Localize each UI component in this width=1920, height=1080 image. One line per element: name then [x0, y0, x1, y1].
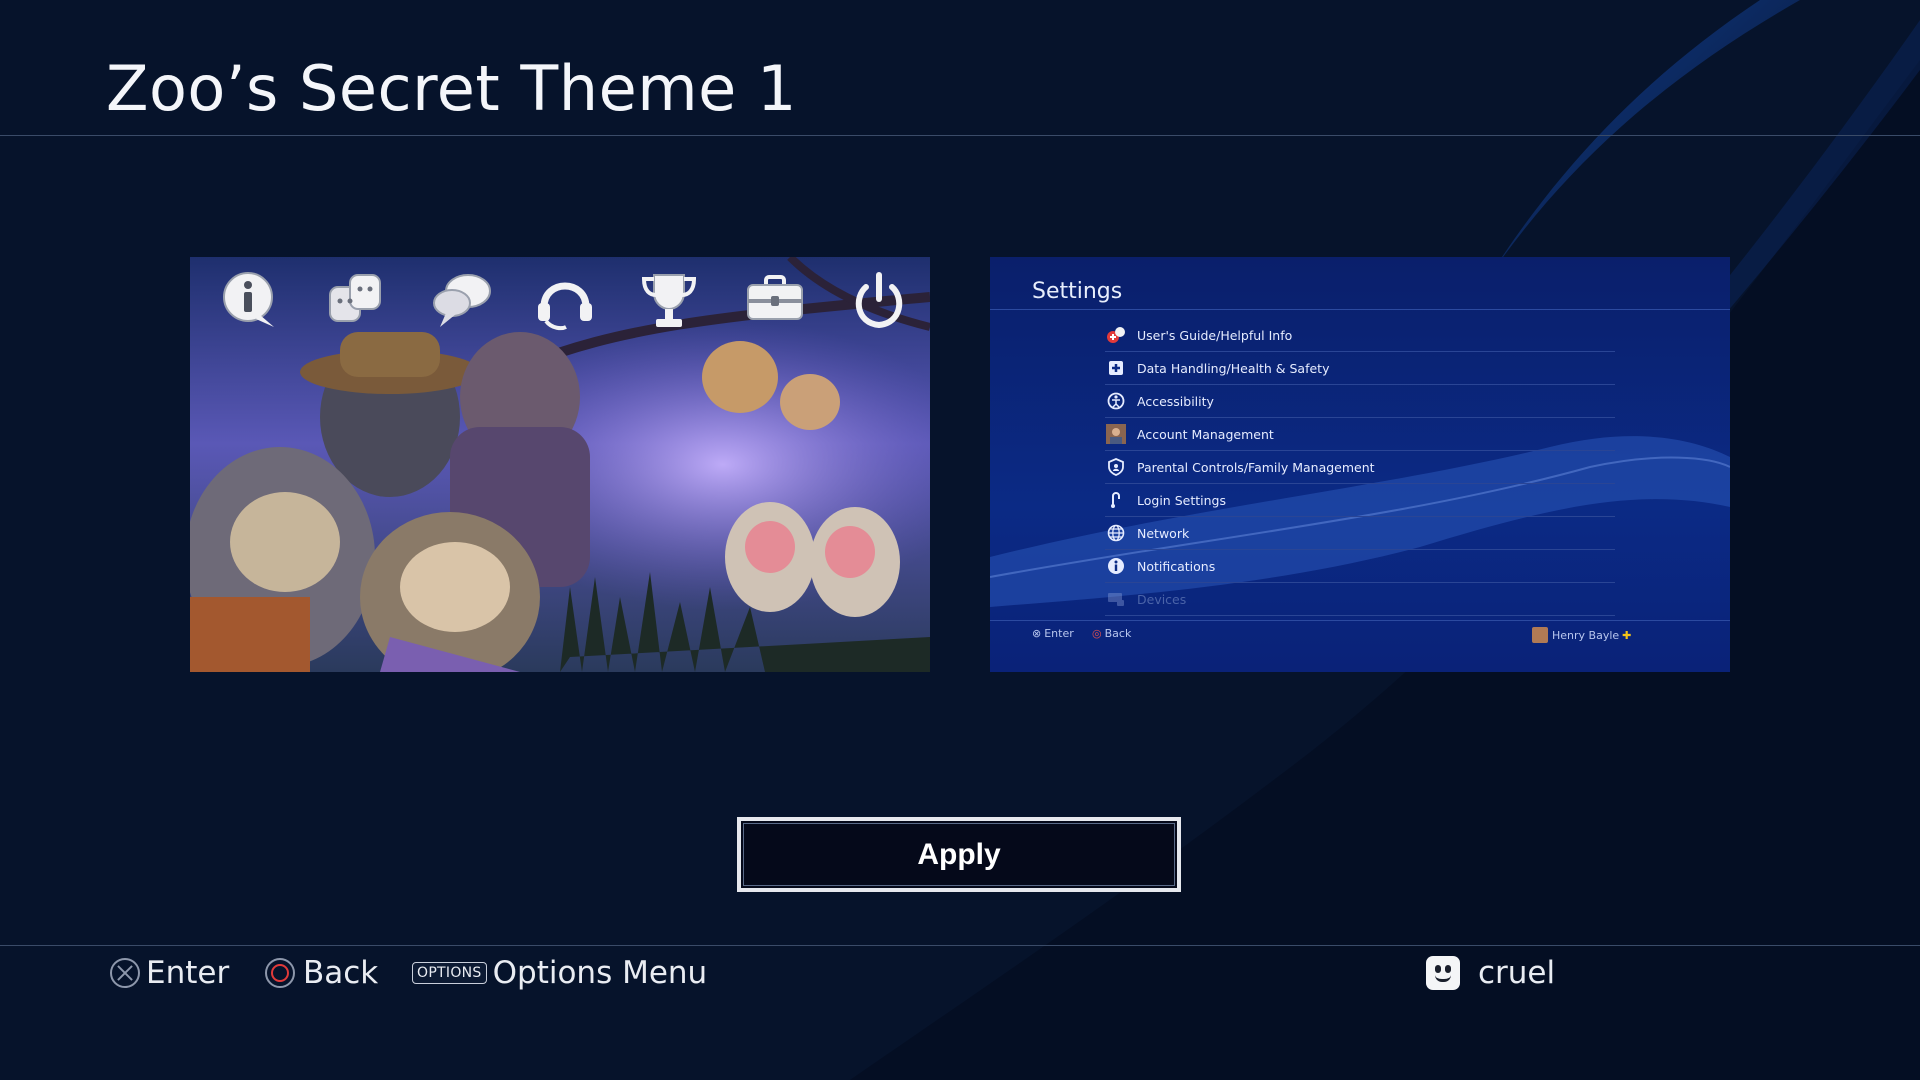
settings-item-account-management: Account Management — [1105, 418, 1615, 451]
accessibility-icon — [1105, 390, 1127, 412]
back-label: Back — [303, 955, 379, 991]
back-hint: Back — [265, 950, 378, 996]
settings-item-health-safety: Data Handling/Health & Safety — [1105, 352, 1615, 385]
user-avatar-icon — [1426, 956, 1460, 990]
header-divider — [0, 135, 1920, 136]
party-icon — [538, 282, 592, 331]
settings-item-accessibility: Accessibility — [1105, 385, 1615, 418]
circle-button-icon — [265, 958, 295, 988]
settings-item-notifications: Notifications — [1105, 550, 1615, 583]
footer-divider — [0, 945, 1920, 946]
settings-item-parental-controls: Parental Controls/Family Management — [1105, 451, 1615, 484]
settings-item-label: Data Handling/Health & Safety — [1137, 360, 1330, 376]
enter-hint: Enter — [110, 950, 229, 996]
settings-item-label: Devices — [1137, 591, 1187, 607]
circle-button-icon: ◎ — [1092, 627, 1102, 640]
health-safety-icon — [1105, 357, 1127, 379]
settings-enter-label: Enter — [1044, 627, 1074, 640]
settings-item-login-settings: Login Settings — [1105, 484, 1615, 517]
settings-item-label: User's Guide/Helpful Info — [1137, 327, 1293, 343]
settings-item-devices: Devices — [1105, 583, 1615, 616]
network-globe-icon — [1105, 522, 1127, 544]
login-icon — [1105, 489, 1127, 511]
settings-icon — [747, 275, 803, 320]
settings-list: User's Guide/Helpful Info Data Handling/… — [1105, 319, 1615, 616]
settings-back-hint: ◎ Back — [1092, 627, 1131, 640]
messages-icon — [433, 274, 491, 327]
settings-item-label: Accessibility — [1137, 393, 1214, 409]
settings-user-name: Henry Bayle — [1552, 628, 1620, 642]
friends-icon — [329, 274, 381, 322]
settings-enter-hint: ⊗ Enter — [1032, 627, 1074, 640]
settings-title-divider — [990, 309, 1730, 310]
username: cruel — [1478, 955, 1556, 991]
trophy-icon — [641, 274, 697, 327]
notifications-icon — [1105, 555, 1127, 577]
info-icon — [223, 272, 274, 327]
cross-button-icon — [110, 958, 140, 988]
apply-button[interactable]: Apply — [737, 817, 1181, 892]
account-avatar-icon — [1105, 423, 1127, 445]
theme-artwork-preview — [190, 257, 930, 672]
function-icon-row — [190, 267, 930, 347]
settings-user-indicator: Henry Bayle ✚ — [1532, 627, 1631, 643]
options-label: Options Menu — [492, 955, 708, 991]
settings-footer-divider — [990, 620, 1730, 621]
parental-controls-icon — [1105, 456, 1127, 478]
user-avatar-icon — [1532, 627, 1548, 643]
devices-icon — [1105, 588, 1127, 610]
cross-button-icon: ⊗ — [1032, 627, 1042, 640]
settings-title: Settings — [1032, 279, 1123, 304]
settings-item-network: Network — [1105, 517, 1615, 550]
settings-item-label: Notifications — [1137, 558, 1216, 574]
options-hint: OPTIONS Options Menu — [412, 950, 707, 996]
settings-item-label: Network — [1137, 525, 1190, 541]
power-icon — [855, 272, 903, 329]
page-title: Zoo’s Secret Theme 1 — [106, 52, 797, 125]
settings-screen-preview: Settings User's Guide/Helpful Info Data … — [990, 257, 1730, 672]
settings-item-helpful-info: User's Guide/Helpful Info — [1105, 319, 1615, 352]
helpful-info-icon — [1105, 324, 1127, 346]
plus-membership-icon: ✚ — [1622, 628, 1632, 642]
settings-item-label: Login Settings — [1137, 492, 1226, 508]
enter-label: Enter — [146, 955, 230, 991]
settings-item-label: Parental Controls/Family Management — [1137, 459, 1375, 475]
user-indicator: cruel — [1426, 950, 1555, 996]
settings-back-label: Back — [1104, 627, 1132, 640]
options-button-icon: OPTIONS — [412, 962, 487, 984]
settings-item-label: Account Management — [1137, 426, 1274, 442]
